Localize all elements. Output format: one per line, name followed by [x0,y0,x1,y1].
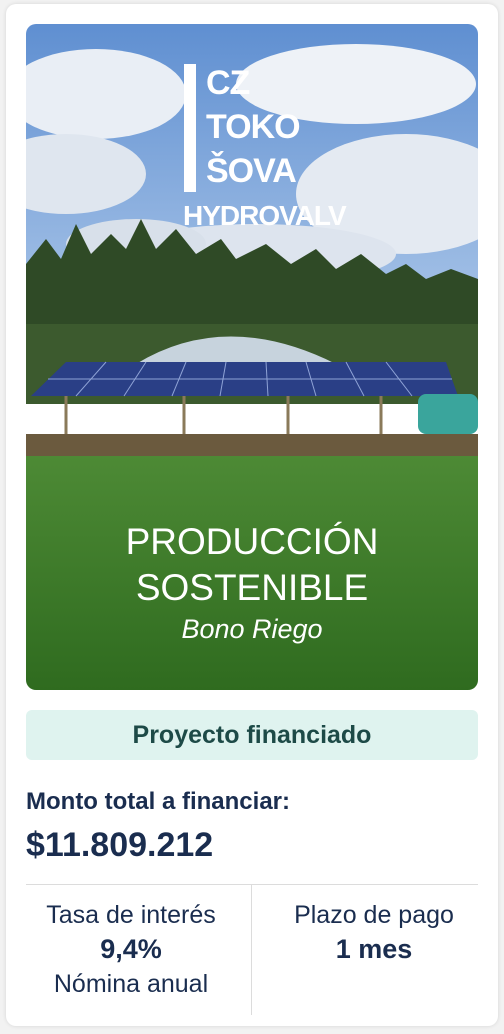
amount-label: Monto total a financiar: [26,788,290,815]
logo-bar [184,64,196,192]
project-card[interactable]: CZ TOKO ŠOVA HYDROVALV PRODUCCIÓN SOSTEN… [6,4,498,1026]
logo-subtitle: HYDROVALV [183,200,347,231]
logo-text-line: ŠOVA [206,152,297,190]
hero-title-line2: SOSTENIBLE [135,567,369,608]
payment-term-block: Plazo de pago 1 mes [261,898,487,966]
payment-term-value: 1 mes [335,934,413,964]
logo-text-line: CZ [206,64,250,102]
column-divider [251,885,252,1015]
interest-rate-label: Tasa de interés [46,901,216,929]
divider [26,884,478,885]
payment-term-label: Plazo de pago [294,901,454,929]
status-badge: Proyecto financiado [26,710,478,760]
hero-title-line1: PRODUCCIÓN [125,521,379,562]
project-hero-image: CZ TOKO ŠOVA HYDROVALV PRODUCCIÓN SOSTEN… [26,24,478,690]
logo-text-line: TOKO [206,108,301,146]
interest-rate-note: Nómina anual [53,970,209,998]
amount-value: $11.809.212 [26,826,214,864]
hero-subtitle: Bono Riego [181,614,323,644]
interest-rate-value: 9,4% [100,934,162,964]
interest-rate-block: Tasa de interés 9,4% Nómina anual [18,898,244,1002]
